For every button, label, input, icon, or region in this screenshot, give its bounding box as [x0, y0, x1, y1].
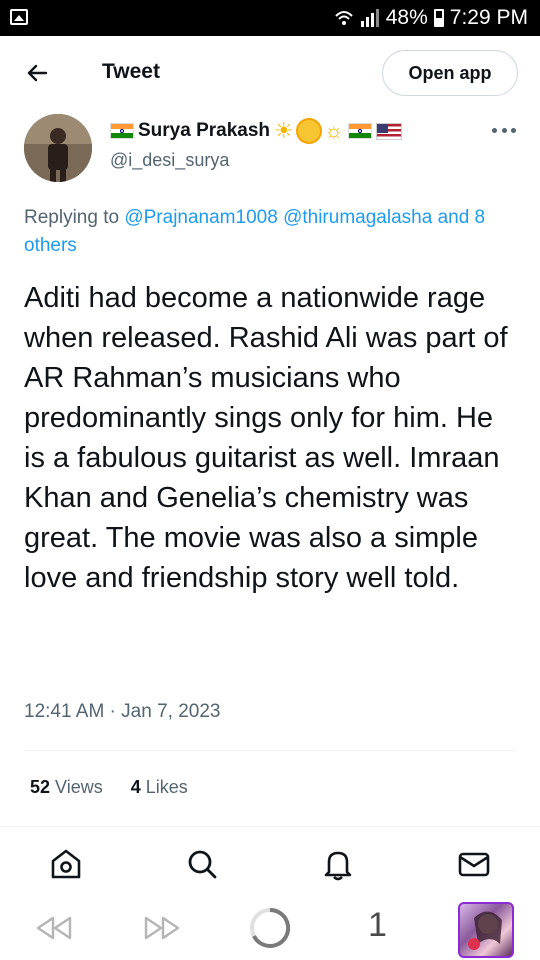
wifi-icon: [335, 11, 353, 25]
clock: 7:29 PM: [449, 6, 528, 29]
battery-percent: 48%: [385, 6, 428, 29]
author-handle[interactable]: @i_desi_surya: [110, 150, 229, 171]
profile-image: [468, 911, 502, 950]
open-app-button[interactable]: Open app: [382, 50, 518, 96]
author-name[interactable]: Surya Prakash: [138, 120, 270, 142]
tweet-timestamp[interactable]: 12:41 AM · Jan 7, 2023: [24, 701, 220, 723]
top-app-bar: Tweet Open app: [0, 36, 540, 110]
sun-icon: ☼: [323, 118, 344, 143]
tab-count[interactable]: 1: [368, 906, 387, 945]
views-stat[interactable]: 52 Views: [30, 777, 103, 798]
home-icon[interactable]: [48, 846, 84, 882]
rewind-icon[interactable]: [34, 914, 74, 942]
avatar[interactable]: [24, 114, 92, 182]
replying-to: Replying to @Prajnanam1008 @thirumagalas…: [24, 204, 520, 260]
signal-icon: [360, 9, 379, 27]
us-flag-icon: [375, 122, 402, 140]
notifications-bell-icon[interactable]: [320, 846, 356, 882]
author-name-row[interactable]: Surya Prakash ☀ ☼: [110, 120, 402, 142]
sun-icon: ☀: [274, 118, 294, 143]
bottom-nav: [0, 834, 540, 894]
avatar-image: [24, 114, 92, 182]
page-title: Tweet: [102, 60, 160, 83]
sun-face-icon: [297, 120, 320, 142]
back-arrow-icon[interactable]: [22, 58, 52, 88]
status-bar: 48% 7:29 PM: [0, 0, 540, 36]
views-label: Views: [55, 777, 103, 797]
more-options-icon[interactable]: [492, 128, 516, 136]
profile-thumbnail[interactable]: [458, 902, 514, 958]
search-icon[interactable]: [184, 846, 220, 882]
india-flag-icon: [110, 123, 134, 139]
mention-link[interactable]: @thirumagalasha: [283, 207, 432, 228]
likes-stat[interactable]: 4 Likes: [131, 777, 188, 798]
fast-forward-icon[interactable]: [142, 914, 182, 942]
divider: [24, 750, 516, 751]
views-count: 52: [30, 777, 51, 797]
india-flag-icon: [347, 123, 372, 139]
likes-label: Likes: [145, 777, 188, 797]
tweet-stats: 52 Views 4 Likes: [30, 777, 188, 798]
mention-link[interactable]: @Prajnanam1008: [124, 207, 277, 228]
likes-count: 4: [130, 777, 141, 797]
replying-prefix: Replying to: [24, 207, 120, 228]
messages-envelope-icon[interactable]: [456, 846, 492, 882]
divider: [0, 826, 540, 827]
browser-toolbar: 1: [0, 896, 540, 960]
and-text: and: [437, 207, 470, 228]
gallery-notification-icon: [10, 9, 28, 25]
loading-spinner-icon: [250, 907, 291, 948]
tweet-text: Aditi had become a nationwide rage when …: [24, 282, 508, 594]
battery-icon: [433, 9, 444, 27]
